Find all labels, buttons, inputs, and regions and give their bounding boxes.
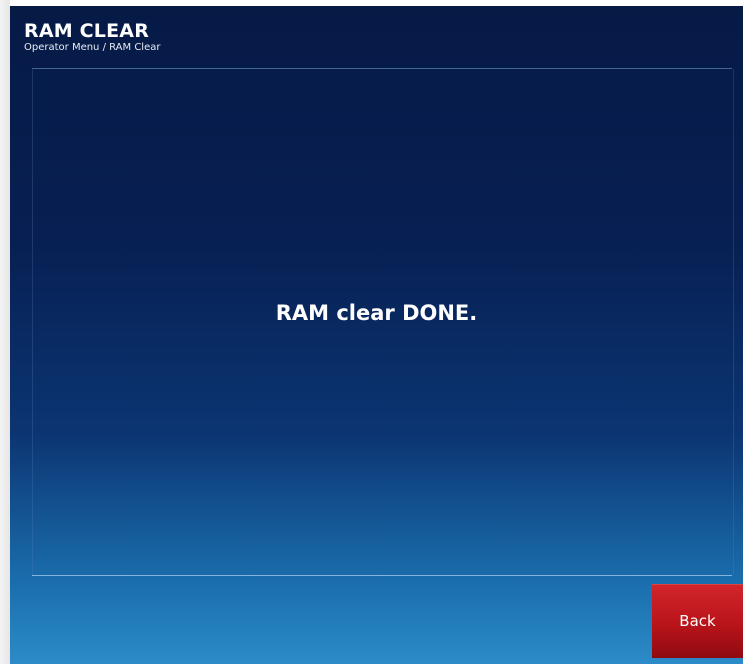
breadcrumb: Operator Menu / RAM Clear: [24, 42, 161, 53]
footer-divider: [32, 575, 732, 576]
page-header: RAM CLEAR Operator Menu / RAM Clear: [24, 20, 724, 54]
window-edge: [0, 0, 10, 664]
status-message: RAM clear DONE.: [275, 301, 478, 325]
ram-clear-screen: RAM CLEAR Operator Menu / RAM Clear RAM …: [10, 6, 743, 664]
back-button[interactable]: Back: [652, 584, 743, 658]
page-title: RAM CLEAR: [24, 20, 150, 42]
